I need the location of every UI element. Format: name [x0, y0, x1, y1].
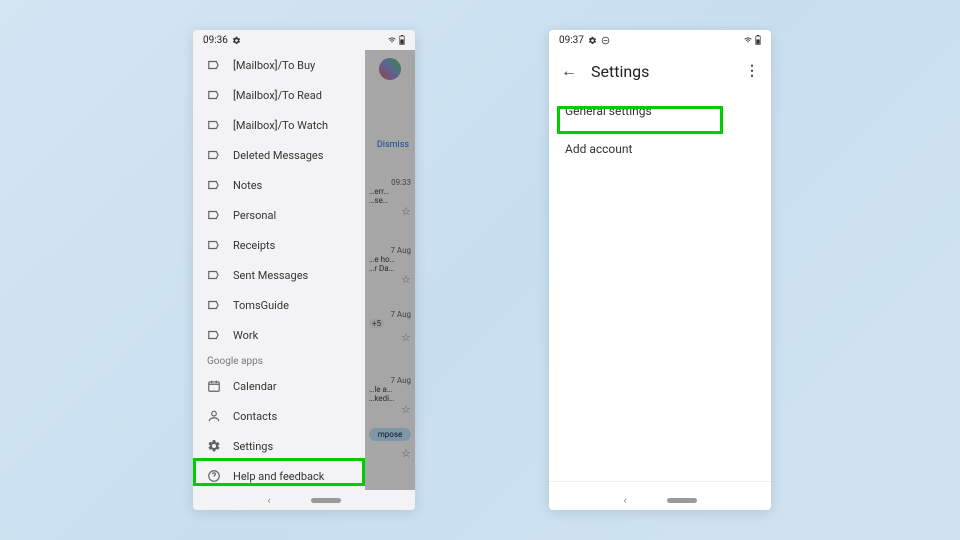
drawer-label-item[interactable]: Work	[193, 320, 365, 350]
drawer-label-item[interactable]: Sent Messages	[193, 260, 365, 290]
nav-back-icon[interactable]: ‹	[267, 494, 270, 507]
settings-list: General settings Add account	[549, 92, 771, 168]
peek-time: 09:33	[369, 178, 411, 187]
phone-right-settings: 09:37 ← Settings ⋮ General settings Add …	[549, 30, 771, 510]
avatar[interactable]	[377, 56, 403, 82]
status-time: 09:37	[559, 35, 584, 46]
drawer-label-item[interactable]: [Mailbox]/To Read	[193, 80, 365, 110]
phone-left-gmail-drawer: 09:36 Dismiss 09:33 …err… …se… ☆ 7 Aug ……	[193, 30, 415, 510]
nav-home-pill[interactable]	[311, 498, 341, 503]
drawer-label-text: [Mailbox]/To Buy	[233, 59, 315, 72]
contacts-icon	[207, 409, 221, 423]
divider	[549, 481, 771, 482]
gear-icon	[207, 439, 221, 453]
star-icon[interactable]: ☆	[369, 447, 411, 460]
label-icon	[207, 238, 221, 252]
settings-topbar: ← Settings ⋮	[549, 50, 771, 92]
calendar-icon	[207, 379, 221, 393]
label-icon	[207, 148, 221, 162]
label-icon	[207, 58, 221, 72]
gear-icon	[232, 36, 241, 45]
navigation-drawer: [Mailbox]/To Buy [Mailbox]/To Read [Mail…	[193, 50, 365, 490]
overflow-menu-icon[interactable]: ⋮	[745, 63, 759, 79]
label-icon	[207, 178, 221, 192]
drawer-contacts[interactable]: Contacts	[193, 401, 365, 431]
label-icon	[207, 328, 221, 342]
drawer-label-item[interactable]: TomsGuide	[193, 290, 365, 320]
star-icon[interactable]: ☆	[369, 403, 411, 416]
star-icon[interactable]: ☆	[369, 205, 411, 218]
android-nav-bar: ‹	[549, 490, 771, 510]
label-icon	[207, 88, 221, 102]
star-icon[interactable]: ☆	[369, 331, 411, 344]
status-bar: 09:37	[549, 30, 771, 50]
wifi-icon	[387, 36, 397, 44]
drawer-calendar[interactable]: Calendar	[193, 371, 365, 401]
drawer-label-item[interactable]: Notes	[193, 170, 365, 200]
drawer-label-item[interactable]: Deleted Messages	[193, 140, 365, 170]
battery-icon	[755, 35, 761, 45]
status-bar: 09:36	[193, 30, 415, 50]
compose-button[interactable]: mpose	[369, 428, 411, 441]
dnd-icon	[601, 36, 610, 45]
label-icon	[207, 268, 221, 282]
android-nav-bar: ‹	[193, 490, 415, 510]
star-icon[interactable]: ☆	[369, 273, 411, 286]
settings-add-account[interactable]: Add account	[549, 130, 771, 168]
status-time: 09:36	[203, 35, 228, 46]
drawer-section-header: Google apps	[193, 350, 365, 371]
help-icon	[207, 469, 221, 483]
nav-back-icon[interactable]: ‹	[623, 494, 626, 507]
page-title: Settings	[591, 62, 731, 81]
drawer-label-item[interactable]: [Mailbox]/To Watch	[193, 110, 365, 140]
label-icon	[207, 298, 221, 312]
drawer-label-item[interactable]: Personal	[193, 200, 365, 230]
drawer-help[interactable]: Help and feedback	[193, 461, 365, 490]
drawer-label-item[interactable]: Receipts	[193, 230, 365, 260]
label-icon	[207, 208, 221, 222]
wifi-icon	[743, 36, 753, 44]
dismiss-link[interactable]: Dismiss	[377, 140, 409, 150]
gear-icon	[588, 36, 597, 45]
inbox-peek: Dismiss 09:33 …err… …se… ☆ 7 Aug …e ho… …	[365, 50, 415, 490]
nav-home-pill[interactable]	[667, 498, 697, 503]
battery-icon	[399, 35, 405, 45]
drawer-settings[interactable]: Settings	[193, 431, 365, 461]
label-icon	[207, 118, 221, 132]
settings-general[interactable]: General settings	[549, 92, 771, 130]
back-arrow-icon[interactable]: ←	[561, 61, 577, 81]
drawer-label-item[interactable]: [Mailbox]/To Buy	[193, 50, 365, 80]
